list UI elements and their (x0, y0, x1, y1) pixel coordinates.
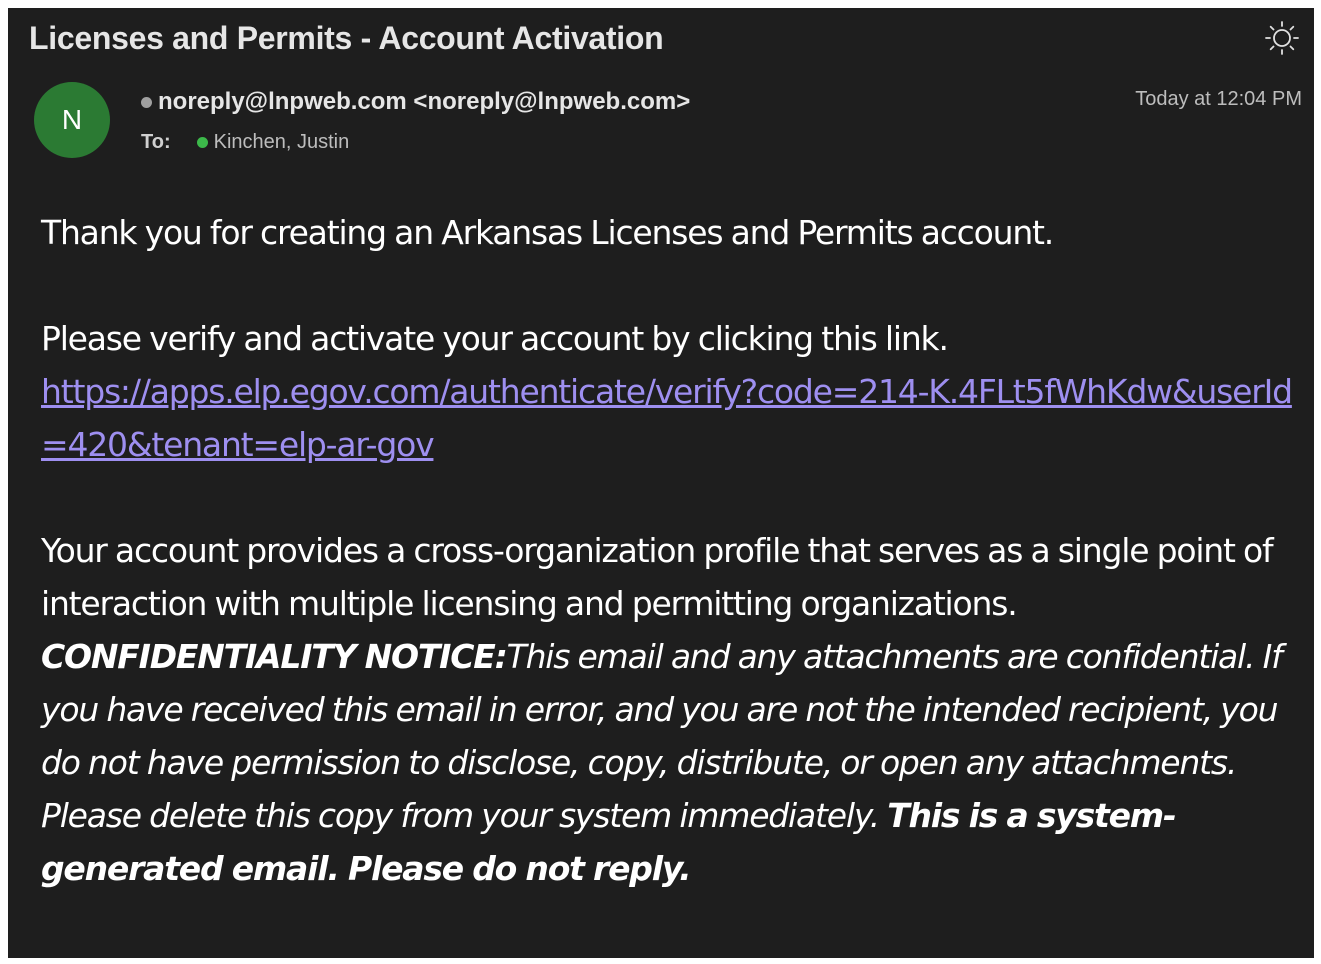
notice-label: CONFIDENTIALITY NOTICE: (41, 637, 508, 676)
sender-line[interactable]: noreply@lnpweb.com <noreply@lnpweb.com> (141, 88, 690, 116)
body-profile-description: Your account provides a cross-organizati… (41, 531, 1274, 623)
sender-address[interactable]: noreply@lnpweb.com <noreply@lnpweb.com> (158, 88, 690, 116)
recipient-line: To: Kinchen, Justin (141, 131, 349, 154)
sender-avatar[interactable]: N (34, 82, 110, 158)
email-timestamp: Today at 12:04 PM (1135, 88, 1302, 110)
email-window: Licenses and Permits - Account Activatio… (8, 8, 1314, 958)
body-greeting: Thank you for creating an Arkansas Licen… (41, 213, 1054, 252)
email-body: Thank you for creating an Arkansas Licen… (41, 206, 1303, 895)
recipient-name[interactable]: Kinchen, Justin (214, 131, 350, 154)
sender-status-dot-icon (141, 96, 152, 108)
to-label: To: (141, 131, 171, 153)
confidentiality-notice: CONFIDENTIALITY NOTICE:This email and an… (41, 630, 1303, 895)
avatar-initial: N (61, 104, 83, 135)
verification-link[interactable]: https://apps.elp.egov.com/authenticate/v… (41, 372, 1293, 464)
brightness-icon[interactable] (1264, 20, 1300, 56)
body-verify-instruction: Please verify and activate your account … (41, 319, 949, 358)
email-subject: Licenses and Permits - Account Activatio… (29, 20, 664, 56)
recipient-status-dot-icon (196, 137, 208, 148)
